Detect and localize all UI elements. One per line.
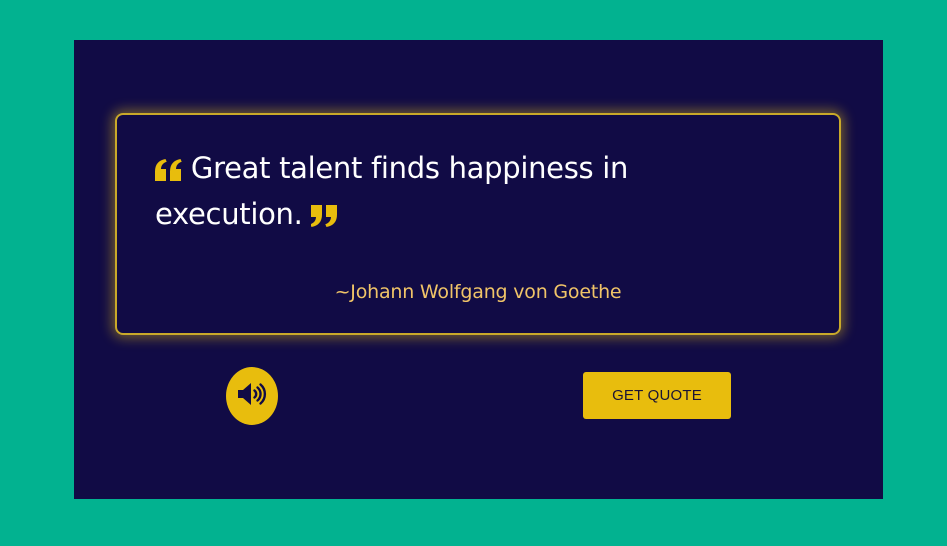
speak-button[interactable]	[226, 367, 278, 425]
quote-body: Great talent finds happiness in executio…	[155, 145, 695, 237]
quote-text: Great talent finds happiness in executio…	[155, 151, 629, 231]
quote-author: ~Johann Wolfgang von Goethe	[334, 281, 622, 303]
quote-card: Great talent finds happiness in executio…	[115, 113, 841, 335]
volume-up-icon	[236, 381, 268, 411]
quote-app-panel: Great talent finds happiness in executio…	[74, 40, 883, 499]
get-quote-button[interactable]: GET QUOTE	[583, 372, 731, 419]
quote-right-icon	[311, 205, 338, 227]
quote-left-icon	[155, 159, 182, 181]
